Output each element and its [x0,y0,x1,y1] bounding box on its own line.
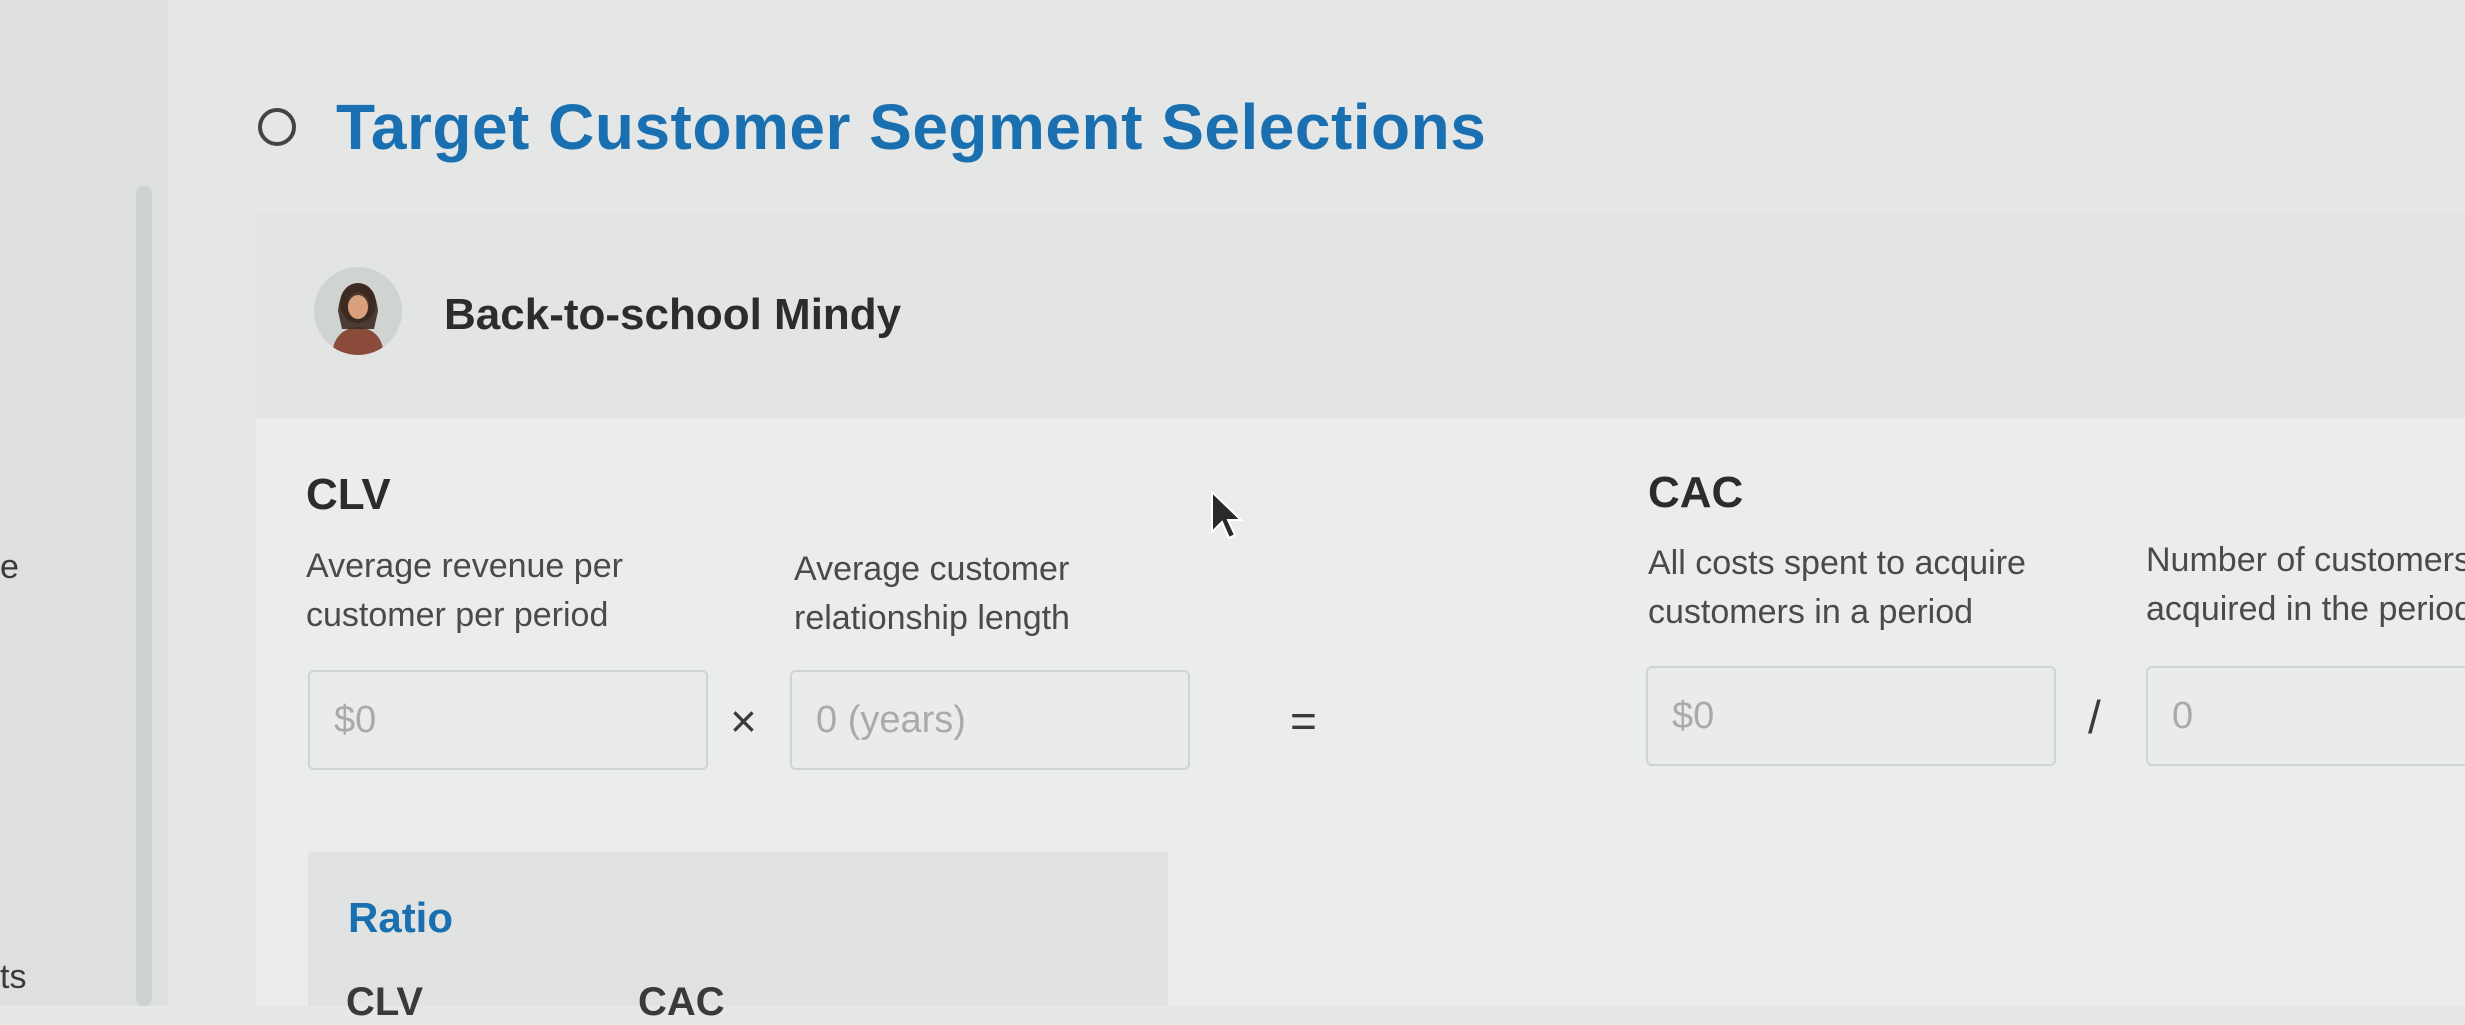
sidebar-text-fragment[interactable]: e [0,548,19,587]
acquisition-costs-description: All costs spent to acquire customers in … [1648,539,2026,637]
revenue-description-line: customer per period [306,596,609,634]
acquisition-costs-input[interactable] [1646,666,2056,766]
cac-title: CAC [1648,468,1744,517]
divide-operator: / [2088,691,2101,743]
relationship-length-description: Average customer relationship length [794,545,1070,643]
main-content: Target Customer Segment Selections Back-… [168,0,2465,1024]
equals-operator: = [1290,695,1317,747]
customers-acquired-input[interactable] [2146,666,2465,766]
customers-description-line: acquired in the period [2146,590,2465,628]
revenue-description-line: Average revenue per [306,547,623,585]
ratio-clv-label: CLV [346,980,424,1024]
costs-description-line: customers in a period [1648,593,1974,631]
scrollbar[interactable] [136,186,152,1006]
sidebar-text-fragment[interactable]: ts [0,958,26,997]
costs-description-line: All costs spent to acquire [1648,544,2026,582]
section-header[interactable]: Target Customer Segment Selections [258,90,1486,164]
ratio-panel: Ratio CLV CAC [308,852,1168,1024]
average-revenue-input[interactable] [308,670,708,770]
length-description-line: relationship length [794,599,1070,637]
customers-description-line: Number of customers [2146,541,2465,579]
persona-bar: Back-to-school Mindy [256,212,2465,418]
ratio-cac-label: CAC [638,980,725,1024]
multiply-operator: × [730,695,757,747]
ratio-title: Ratio [348,894,453,941]
clv-title: CLV [306,470,391,519]
customers-acquired-description: Number of customers acquired in the peri… [2146,536,2465,634]
radio-circle-icon[interactable] [258,108,296,146]
relationship-length-input[interactable] [790,670,1190,770]
segment-card: Back-to-school Mindy CLV Average revenue… [256,212,2465,1024]
avatar-icon [314,267,402,355]
mouse-cursor-icon [1211,490,1244,540]
revenue-description: Average revenue per customer per period [306,542,623,640]
section-title: Target Customer Segment Selections [336,91,1487,163]
persona-name: Back-to-school Mindy [444,290,902,339]
left-sidebar: e ts [0,0,168,1006]
length-description-line: Average customer [794,550,1070,588]
